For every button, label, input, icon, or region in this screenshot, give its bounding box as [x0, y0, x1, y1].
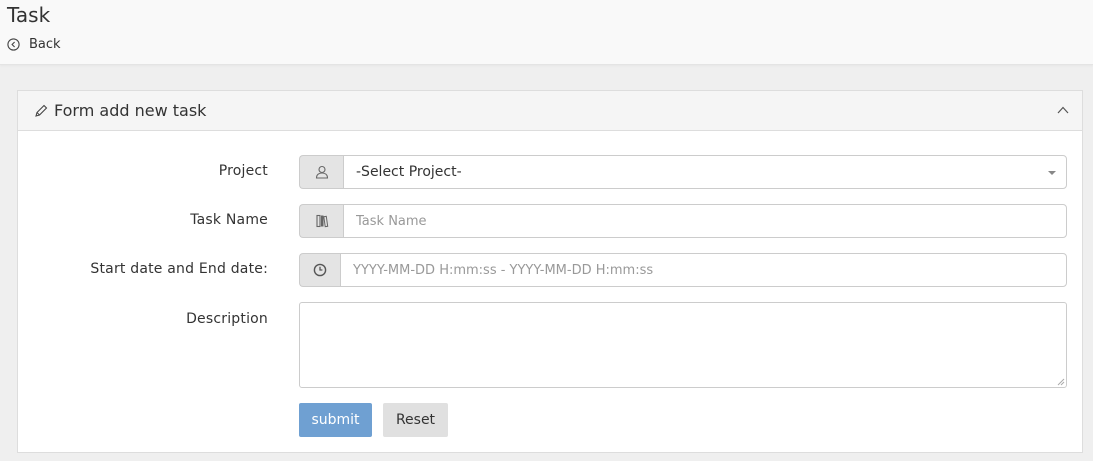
pencil-icon [35, 104, 48, 117]
task-name-field [343, 204, 1067, 238]
clock-icon [313, 263, 327, 277]
project-select-field[interactable]: -Select Project- [343, 155, 1067, 189]
task-name-input[interactable] [356, 213, 1066, 229]
add-task-panel: Form add new task Project -Select Projec… [17, 90, 1083, 453]
caret-down-icon [1048, 171, 1056, 175]
panel-title: Form add new task [34, 101, 206, 120]
dates-addon [299, 253, 340, 287]
dates-field [340, 253, 1067, 287]
book-icon [315, 214, 328, 228]
dates-label: Start date and End date: [90, 261, 268, 277]
back-link[interactable]: Back [7, 37, 61, 52]
panel-heading: Form add new task [18, 91, 1082, 131]
chevron-up-icon[interactable] [1056, 103, 1070, 117]
panel-title-text: Form add new task [54, 101, 207, 120]
task-name-addon [299, 204, 343, 238]
project-addon [299, 155, 343, 189]
submit-button[interactable]: submit [299, 403, 372, 437]
description-label: Description [186, 311, 268, 327]
resize-grip-icon[interactable] [1057, 378, 1065, 386]
date-range-input[interactable] [353, 262, 1066, 278]
task-name-label: Task Name [190, 212, 268, 228]
dates-group [299, 253, 1067, 287]
page-title: Task [7, 3, 51, 27]
project-select[interactable]: -Select Project- [299, 155, 1067, 189]
reset-button[interactable]: Reset [383, 403, 448, 437]
task-name-group [299, 204, 1067, 238]
user-icon [315, 165, 328, 179]
back-label: Back [29, 37, 61, 52]
circle-chevron-left-icon [7, 38, 20, 51]
description-textarea[interactable] [299, 302, 1067, 388]
page-header: Task Back [0, 0, 1093, 65]
project-selected-value: -Select Project- [356, 164, 462, 180]
project-label: Project [218, 163, 268, 179]
